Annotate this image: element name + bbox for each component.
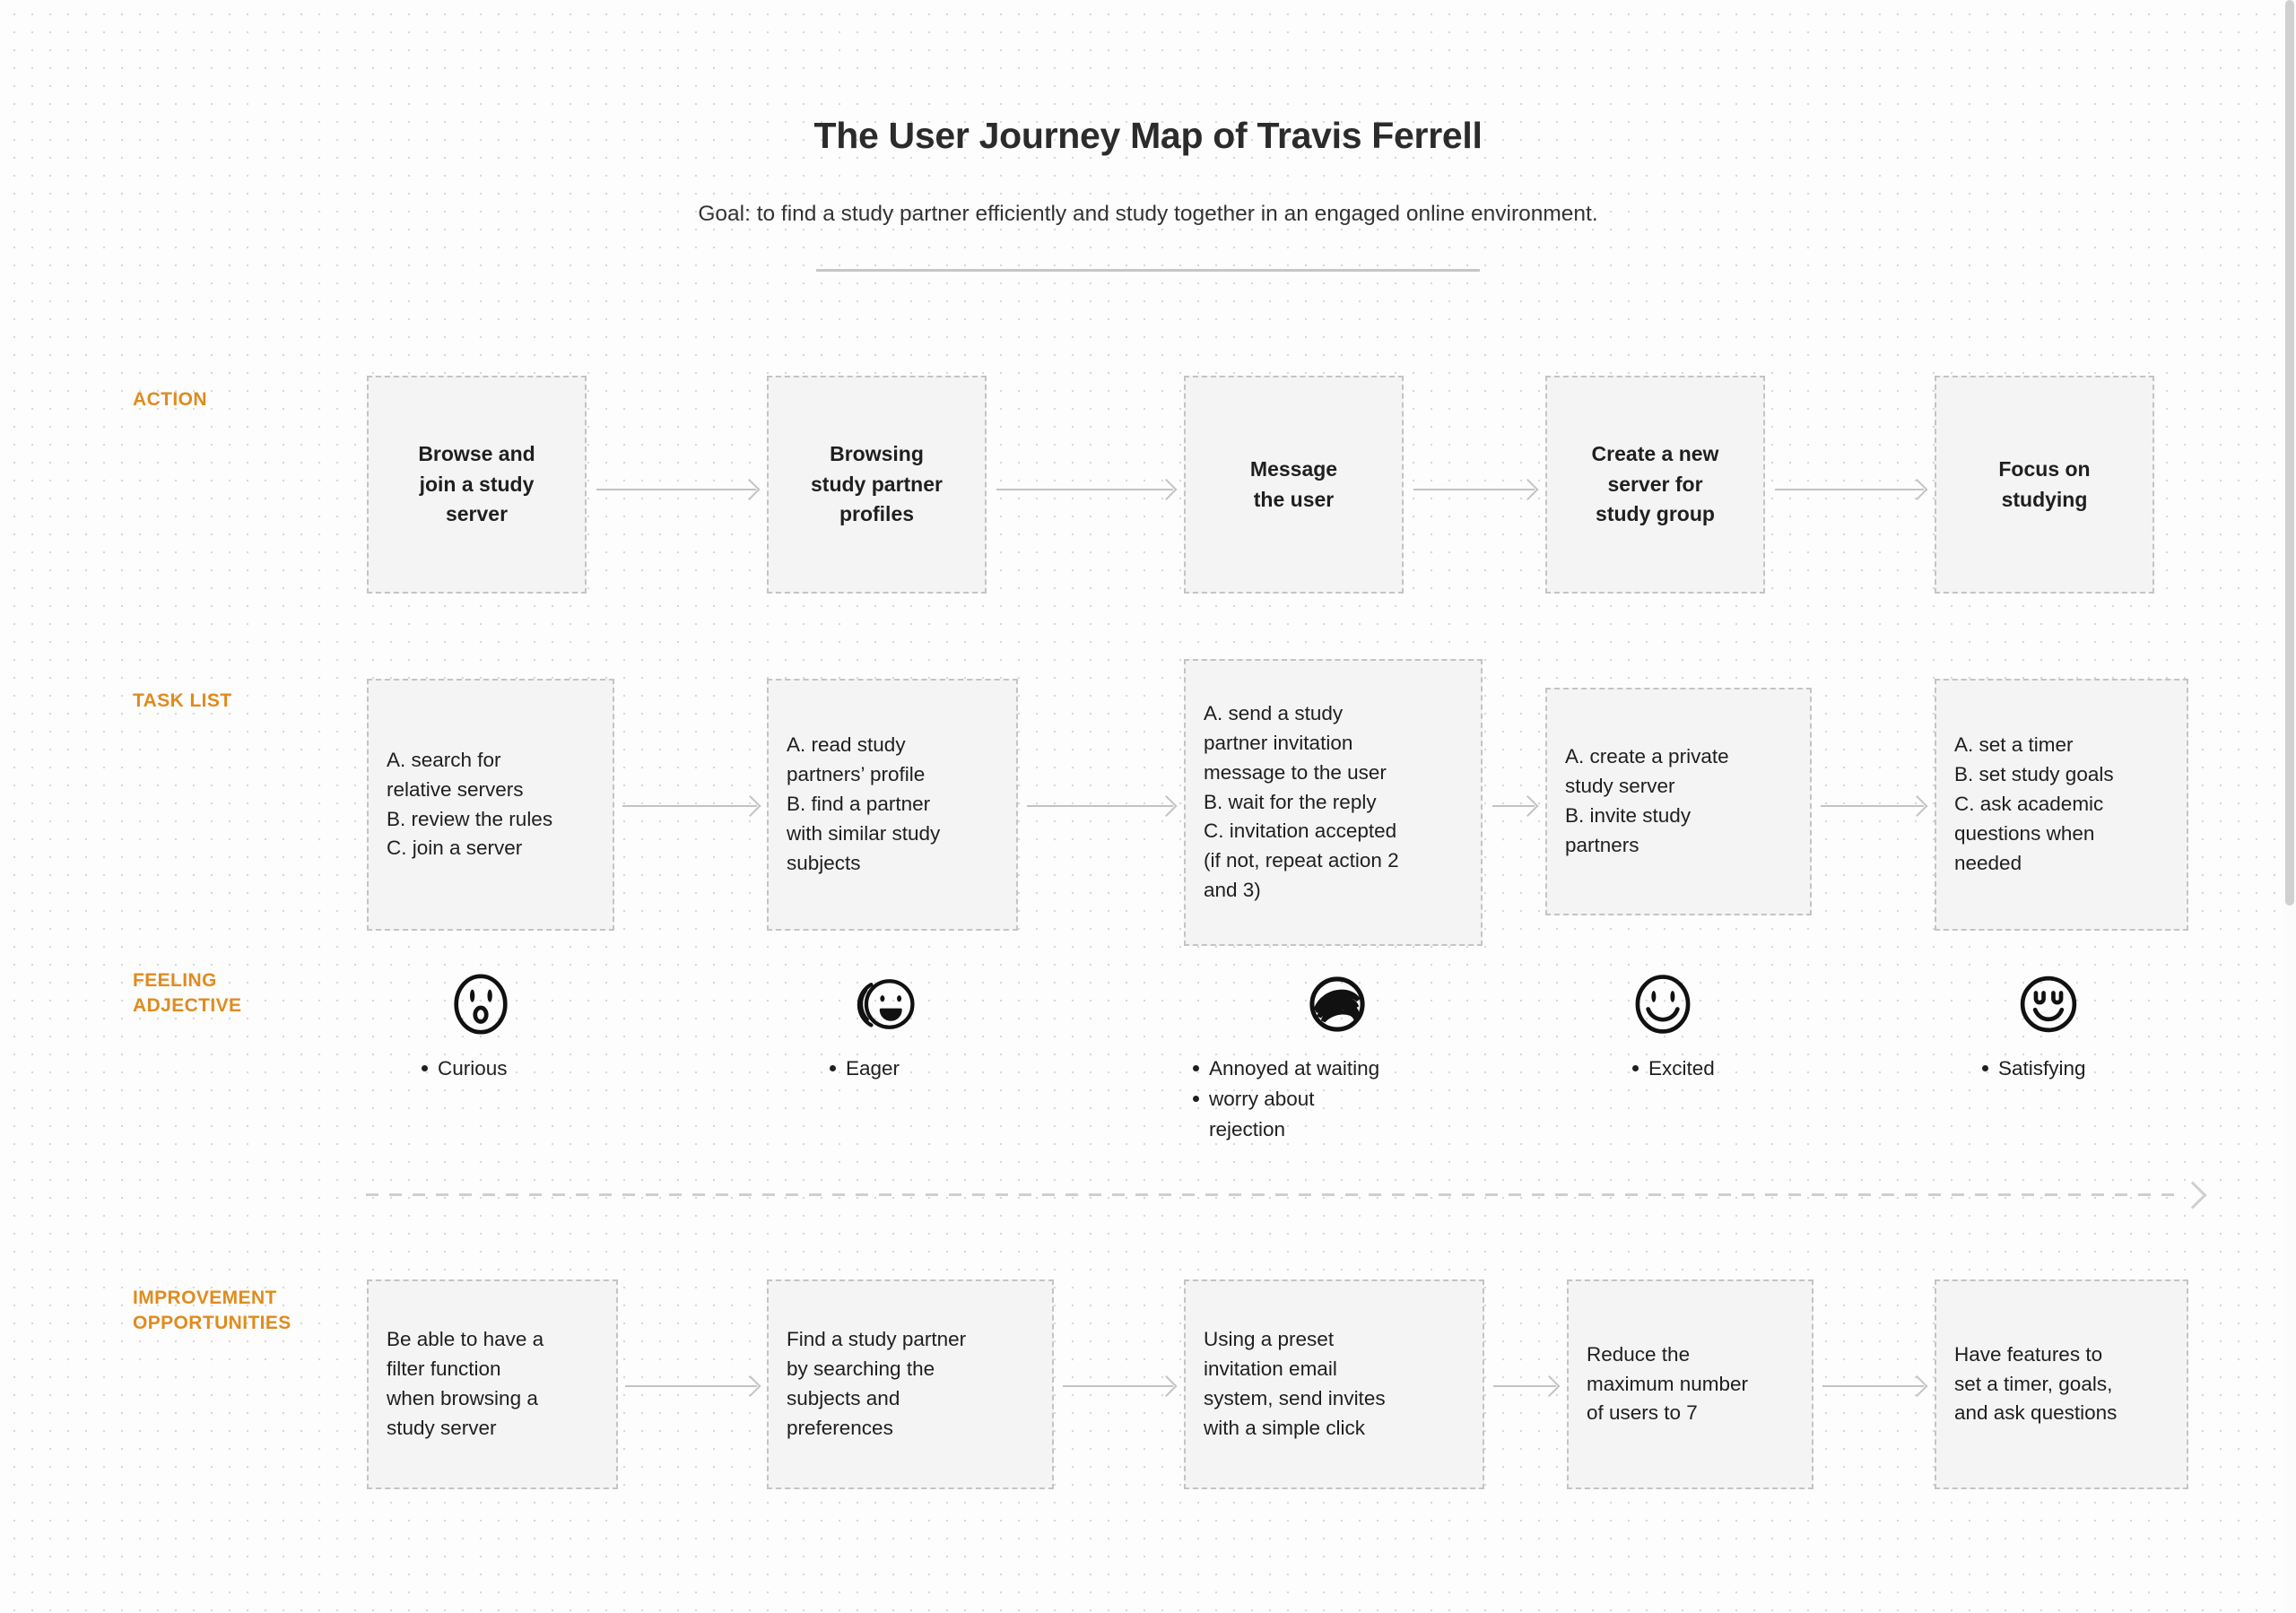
action-box-text: Browsing study partner profiles <box>811 442 943 526</box>
action-flow-arrow <box>1775 489 1924 490</box>
feeling-label: Satisfying <box>1998 1057 2086 1080</box>
task-list-flow-arrow <box>1492 805 1535 807</box>
feeling-item: Excited <box>1632 1054 1892 1084</box>
feeling-label: Eager <box>846 1057 900 1080</box>
feeling-item: Satisfying <box>1982 1054 2242 1084</box>
task-list-box[interactable]: A. set a timer B. set study goals C. ask… <box>1935 679 2188 931</box>
feeling-list: Annoyed at waiting worry about rejection <box>1193 1054 1462 1144</box>
feeling-list: Eager <box>830 1054 1090 1084</box>
bullet-icon <box>422 1065 428 1071</box>
feeling-item: Curious <box>422 1054 682 1084</box>
vertical-scrollbar-track[interactable] <box>2283 0 2296 1613</box>
journey-map-canvas: The User Journey Map of Travis Ferrell G… <box>0 0 2296 1613</box>
task-list-box[interactable]: A. send a study partner invitation messa… <box>1184 659 1483 946</box>
feeling-list: Excited <box>1632 1054 1892 1084</box>
bullet-icon <box>1982 1065 1988 1071</box>
improvement-box-text: Have features to set a timer, goals, and… <box>1954 1342 2118 1425</box>
task-list-box[interactable]: A. search for relative servers B. review… <box>367 679 614 931</box>
improvement-box-text: Find a study partner by searching the su… <box>787 1328 967 1439</box>
action-box[interactable]: Browse and join a study server <box>367 376 587 594</box>
excited-smiley-face-icon <box>1628 969 1698 1039</box>
improvement-box[interactable]: Reduce the maximum number of users to 7 <box>1567 1279 1813 1489</box>
feeling-item: Eager <box>830 1054 1090 1084</box>
action-box-text: Message the user <box>1249 456 1338 511</box>
action-box[interactable]: Message the user <box>1184 376 1404 594</box>
action-box[interactable]: Browsing study partner profiles <box>767 376 987 594</box>
bullet-icon <box>830 1065 836 1071</box>
improvement-box-text: Be able to have a filter function when b… <box>387 1328 544 1439</box>
action-flow-arrow <box>596 489 756 490</box>
improvement-flow-arrow <box>1493 1385 1556 1387</box>
improvement-flow-arrow <box>1063 1385 1173 1387</box>
feeling-list: Curious <box>422 1054 682 1084</box>
action-flow-arrow <box>1413 489 1535 490</box>
action-box[interactable]: Create a new server for study group <box>1545 376 1765 594</box>
vertical-scrollbar-thumb[interactable] <box>2285 0 2294 906</box>
bullet-icon <box>1632 1065 1639 1071</box>
improvement-box[interactable]: Find a study partner by searching the su… <box>767 1279 1054 1489</box>
improvement-flow-arrow <box>1822 1385 1924 1387</box>
action-box-text: Create a new server for study group <box>1591 442 1719 526</box>
row-label-action: ACTION <box>133 389 207 410</box>
feeling-item: worry about rejection <box>1193 1084 1462 1145</box>
row-label-task-list: TASK LIST <box>133 690 232 711</box>
curious-face-icon <box>446 969 516 1039</box>
action-flow-arrow <box>996 489 1173 490</box>
task-list-flow-arrow <box>1821 805 1924 807</box>
action-box-text: Focus on studying <box>1998 456 2091 511</box>
row-label-improvement-opportunities: IMPROVEMENT OPPORTUNITIES <box>133 1288 291 1333</box>
feeling-label: Curious <box>438 1057 508 1080</box>
annoyed-scribble-face-icon <box>1302 969 1372 1039</box>
task-list-box-text: A. read study partners’ profile B. find … <box>787 733 941 874</box>
task-list-box-text: A. send a study partner invitation messa… <box>1204 702 1399 902</box>
bullet-icon <box>1193 1095 1199 1102</box>
improvement-box-text: Reduce the maximum number of users to 7 <box>1587 1342 1749 1425</box>
feeling-label: worry about rejection <box>1209 1087 1315 1140</box>
improvement-box[interactable]: Using a preset invitation email system, … <box>1184 1279 1484 1489</box>
improvement-box[interactable]: Have features to set a timer, goals, and… <box>1935 1279 2188 1489</box>
timeline-arrowhead-icon <box>2179 1180 2207 1210</box>
improvement-flow-arrow <box>625 1385 757 1387</box>
task-list-box-text: A. create a private study server B. invi… <box>1565 745 1729 856</box>
row-label-feeling-adjective: FEELING ADJECTIVE <box>133 970 242 1016</box>
eager-face-icon <box>850 969 920 1039</box>
bullet-icon <box>1193 1065 1199 1071</box>
feeling-label: Excited <box>1648 1057 1715 1080</box>
improvement-box-text: Using a preset invitation email system, … <box>1204 1328 1386 1439</box>
task-list-box-text: A. set a timer B. set study goals C. ask… <box>1954 733 2114 874</box>
improvement-box[interactable]: Be able to have a filter function when b… <box>367 1279 618 1489</box>
action-box-text: Browse and join a study server <box>418 442 535 526</box>
feeling-label: Annoyed at waiting <box>1209 1057 1380 1080</box>
feeling-list: Satisfying <box>1982 1054 2242 1084</box>
task-list-flow-arrow <box>622 805 757 807</box>
page-subtitle: Goal: to find a study partner efficientl… <box>698 202 1598 226</box>
task-list-box[interactable]: A. read study partners’ profile B. find … <box>767 679 1018 931</box>
action-box[interactable]: Focus on studying <box>1935 376 2154 594</box>
task-list-box-text: A. search for relative servers B. review… <box>387 748 553 860</box>
feeling-item: Annoyed at waiting <box>1193 1054 1462 1084</box>
task-list-flow-arrow <box>1027 805 1173 807</box>
satisfied-face-icon <box>2013 969 2083 1039</box>
task-list-box[interactable]: A. create a private study server B. invi… <box>1545 688 1812 915</box>
journey-timeline-arrow <box>366 1180 2207 1210</box>
map-header: The User Journey Map of Travis Ferrell G… <box>0 115 2296 272</box>
page-title: The User Journey Map of Travis Ferrell <box>813 115 1483 156</box>
header-divider <box>816 269 1480 272</box>
